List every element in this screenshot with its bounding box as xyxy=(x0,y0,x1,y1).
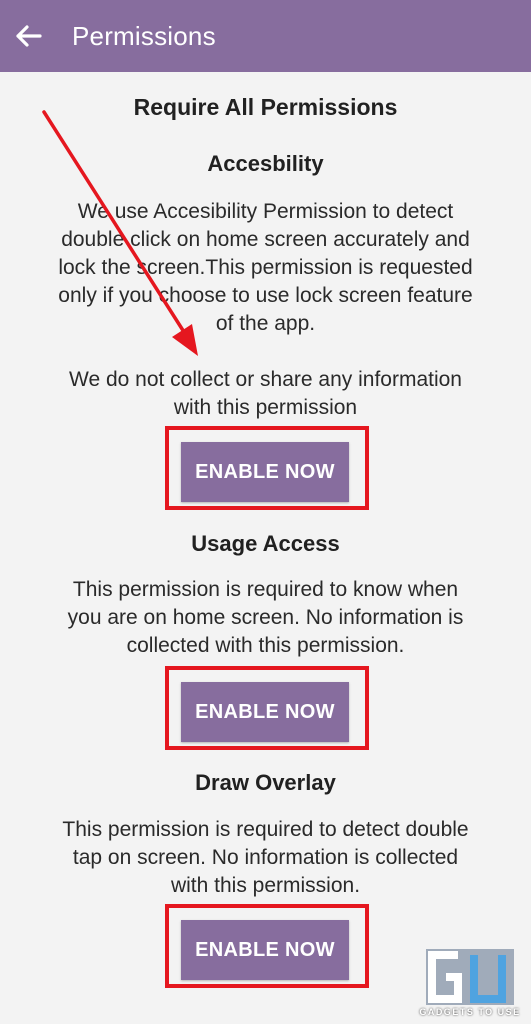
note-line: with this permission xyxy=(173,396,358,419)
gadgets-to-use-logo-icon xyxy=(426,949,514,1005)
description-line: tap on screen. No information is collect… xyxy=(72,846,459,869)
section-description-draw-overlay: This permission is required to detect do… xyxy=(0,816,531,900)
description-line: with this permission. xyxy=(170,874,361,897)
watermark-caption: GADGETS TO USE xyxy=(419,1007,521,1017)
description-line: only if you choose to use lock screen fe… xyxy=(58,284,473,307)
enable-draw-overlay-button[interactable]: ENABLE NOW xyxy=(181,920,349,980)
watermark-logo: GADGETS TO USE xyxy=(418,947,522,1021)
permissions-content: Require All Permissions Accesbility We u… xyxy=(0,72,531,1024)
section-description-usage-access: This permission is required to know when… xyxy=(0,576,531,660)
enable-usage-access-button[interactable]: ENABLE NOW xyxy=(181,682,349,742)
main-heading: Require All Permissions xyxy=(133,94,398,120)
description-line: double click on home screen accurately a… xyxy=(61,228,470,251)
description-line: We use Accesibility Permission to detect xyxy=(77,200,454,223)
section-title-draw-overlay: Draw Overlay xyxy=(195,770,336,795)
section-title-usage-access: Usage Access xyxy=(191,531,340,556)
page-title: Permissions xyxy=(72,20,216,51)
enable-accessibility-button[interactable]: ENABLE NOW xyxy=(181,442,349,502)
description-line: collected with this permission. xyxy=(126,634,405,657)
section-title-accessibility: Accesbility xyxy=(207,151,324,176)
description-line: of the app. xyxy=(215,312,316,335)
description-line: lock the screen.This permission is reque… xyxy=(58,256,473,279)
privacy-note: We do not collect or share any informati… xyxy=(0,366,531,422)
arrow-left-icon xyxy=(16,25,42,47)
description-line: This permission is required to know when xyxy=(72,578,459,601)
back-button[interactable] xyxy=(0,0,64,72)
note-line: We do not collect or share any informati… xyxy=(69,368,462,391)
description-line: you are on home screen. No information i… xyxy=(67,606,464,629)
section-description-accessibility: We use Accesibility Permission to detect… xyxy=(0,198,531,338)
description-line: This permission is required to detect do… xyxy=(62,818,469,841)
app-bar: Permissions xyxy=(0,0,531,72)
